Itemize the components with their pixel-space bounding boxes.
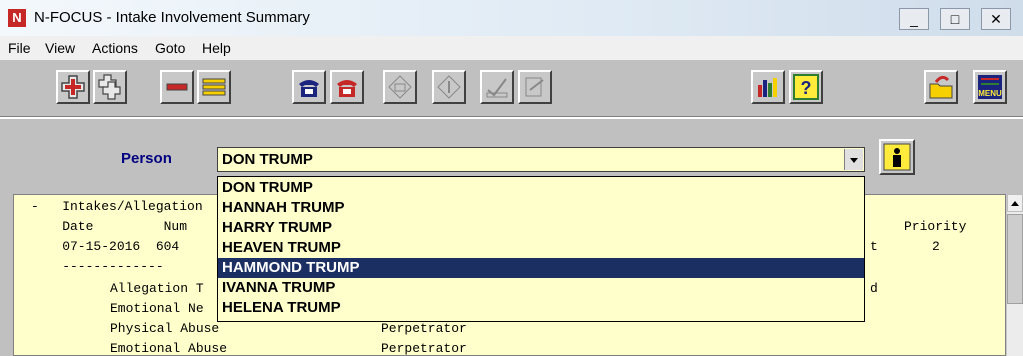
exit-folder-icon [929, 75, 953, 99]
menu-button[interactable]: MENU [973, 70, 1007, 104]
minimize-button[interactable]: _ [899, 8, 929, 30]
menu-goto[interactable]: Goto [155, 40, 185, 56]
edit-disabled-button[interactable] [518, 70, 552, 104]
column-header: Date Num [31, 219, 188, 234]
menu-bar: File View Actions Goto Help [0, 36, 1023, 60]
add-multiple-icon [98, 74, 121, 100]
person-detail-button[interactable] [879, 139, 915, 175]
dropdown-option[interactable]: HANNAH TRUMP [218, 198, 864, 218]
allegation-name: Emotional Abuse [110, 341, 228, 356]
help-button[interactable]: ? [789, 70, 823, 104]
menu-help[interactable]: Help [202, 40, 231, 56]
title-bar: N N-FOCUS - Intake Involvement Summary _… [0, 0, 1023, 37]
phone-disabled-icon [388, 75, 412, 99]
phone-blue-button[interactable] [292, 70, 326, 104]
section-header: - Intakes/Allegation [31, 199, 203, 214]
dropdown-option[interactable]: HELENA TRUMP [218, 298, 864, 318]
menu-file[interactable]: File [8, 40, 31, 56]
help-icon: ? [793, 74, 819, 100]
menu-actions[interactable]: Actions [92, 40, 138, 56]
allegation-name: Emotional Ne [110, 301, 204, 316]
phone-disabled-button[interactable] [383, 70, 417, 104]
priority-value: 2 [932, 239, 940, 254]
scroll-up-button[interactable] [1007, 194, 1023, 212]
add-button[interactable] [56, 70, 90, 104]
remove-icon [166, 83, 188, 91]
phone-red-button[interactable] [330, 70, 364, 104]
priority-header: Priority [904, 219, 967, 234]
vertical-scrollbar[interactable] [1006, 194, 1023, 356]
remove-button[interactable] [160, 70, 194, 104]
toolbar: ? MENU [0, 60, 1023, 117]
allegation-trail: d [870, 281, 878, 296]
chevron-down-icon[interactable] [844, 149, 863, 170]
intake-row-trail: t [870, 239, 878, 254]
app-logo-icon: N [8, 9, 26, 27]
phone-blue-icon [299, 80, 319, 97]
allegation-role: Perpetrator [381, 341, 467, 356]
info-disabled-button[interactable] [432, 70, 466, 104]
info-disabled-icon [437, 75, 461, 99]
approve-disabled-button[interactable] [480, 70, 514, 104]
allegation-name: Allegation T [110, 281, 204, 296]
divider: ------------- [31, 259, 164, 274]
dropdown-option[interactable]: IVANNA TRUMP [218, 278, 864, 298]
person-info-icon [883, 143, 911, 171]
maximize-button[interactable]: □ [940, 8, 970, 30]
menu-button-label: MENU [978, 89, 1002, 98]
list-button[interactable] [197, 70, 231, 104]
window-title: N-FOCUS - Intake Involvement Summary [34, 9, 310, 26]
dropdown-option[interactable]: HAMMOND TRUMP [218, 258, 864, 278]
menu-view[interactable]: View [45, 40, 75, 56]
person-select[interactable]: DON TRUMP [217, 147, 865, 172]
person-select-value: DON TRUMP [222, 151, 313, 168]
approve-disabled-icon [486, 78, 508, 98]
phone-red-icon [337, 80, 357, 97]
list-icon [202, 78, 226, 96]
allegation-role: Perpetrator [381, 321, 467, 336]
dropdown-option[interactable]: DON TRUMP [218, 178, 864, 198]
chart-icon [758, 78, 777, 97]
menu-icon: MENU [978, 75, 1002, 99]
person-label: Person [121, 150, 172, 167]
allegation-name: Physical Abuse [110, 321, 220, 336]
svg-text:?: ? [801, 78, 812, 98]
exit-folder-button[interactable] [924, 70, 958, 104]
scroll-thumb[interactable] [1007, 214, 1023, 304]
dropdown-option[interactable]: HEAVEN TRUMP [218, 238, 864, 258]
edit-disabled-icon [525, 77, 544, 97]
intake-row: 07-15-2016 604 [31, 239, 180, 254]
dropdown-option[interactable]: HARRY TRUMP [218, 218, 864, 238]
add-multiple-button[interactable] [93, 70, 127, 104]
person-dropdown-list: DON TRUMP HANNAH TRUMP HARRY TRUMP HEAVEN T… [217, 176, 865, 322]
close-button[interactable]: ✕ [981, 8, 1011, 30]
add-icon [61, 75, 85, 99]
chart-button[interactable] [751, 70, 785, 104]
